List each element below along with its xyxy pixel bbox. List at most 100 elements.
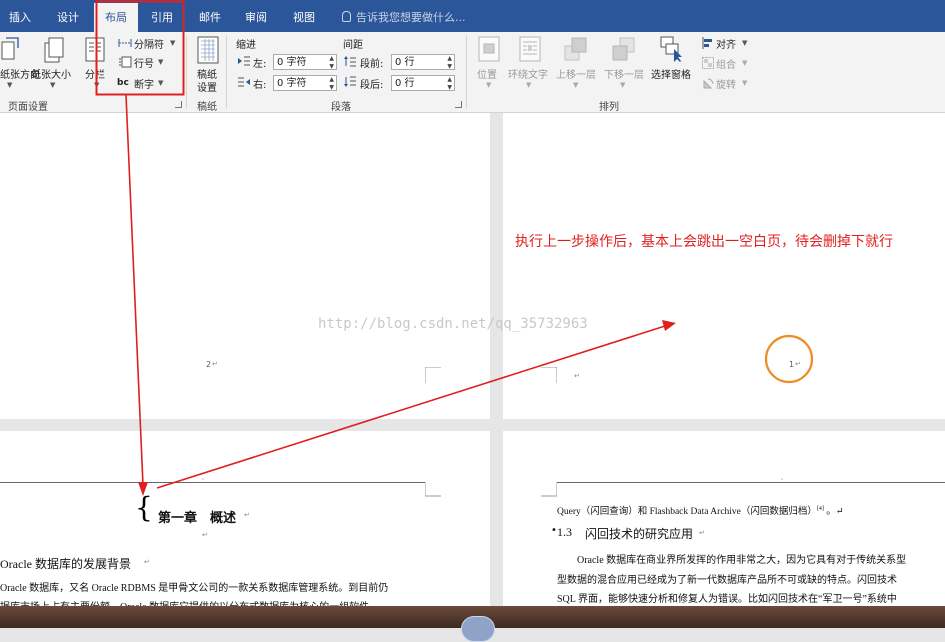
breaks-button[interactable]: 分隔符 bbox=[134, 36, 164, 51]
indent-left-icon bbox=[238, 56, 250, 66]
paper-size-icon bbox=[44, 37, 64, 63]
indent-right-input[interactable]: 0 字符 ▲ ▼ bbox=[273, 75, 337, 91]
bring-forward-button[interactable]: 上移一层 bbox=[556, 66, 596, 81]
breaks-icon bbox=[118, 39, 132, 47]
group-divider bbox=[226, 36, 227, 108]
group-button[interactable]: 组合 bbox=[716, 56, 736, 71]
text-cursor: { bbox=[135, 491, 153, 524]
indent-title: 缩进 bbox=[236, 40, 256, 51]
indent-right-label: 右: bbox=[253, 80, 267, 91]
lightbulb-icon bbox=[342, 11, 351, 22]
taskbar-app-icon[interactable] bbox=[461, 616, 495, 642]
tab-insert[interactable]: 插入 bbox=[9, 9, 31, 25]
paragraph-mark: , bbox=[781, 473, 784, 481]
paragraph-mark: ↵ bbox=[244, 511, 250, 519]
indent-left-label: 左: bbox=[253, 59, 267, 70]
wrap-text-button[interactable]: 环绕文字 bbox=[508, 66, 548, 81]
tab-layout[interactable]: 布局 bbox=[94, 3, 138, 32]
group-icon bbox=[702, 57, 714, 69]
breaks-dropdown-icon: ▼ bbox=[170, 39, 176, 47]
tell-me-text: 告诉我您想要做什么... bbox=[356, 11, 466, 24]
reference-text: Query（闪回查询）和 Flashback Data Archive（闪回数据… bbox=[557, 507, 817, 517]
annotation-text: 执行上一步操作后，基本上会跳出一空白页，待会删掉下就行 bbox=[515, 234, 893, 250]
indent-left-input[interactable]: 0 字符 ▲ ▼ bbox=[273, 54, 337, 70]
tab-design[interactable]: 设计 bbox=[57, 9, 79, 25]
tab-references[interactable]: 引用 bbox=[151, 9, 173, 25]
paragraph-launcher-icon[interactable] bbox=[455, 101, 462, 108]
document-page[interactable]: , { 第一章 概述 ↵ ↵ Oracle 数据库的发展背景 ↵ Oracle … bbox=[0, 431, 490, 613]
body-text-line: Query（闪回查询）和 Flashback Data Archive（闪回数据… bbox=[557, 505, 844, 517]
draft-paper-icon bbox=[197, 36, 219, 64]
document-page[interactable]: , Query（闪回查询）和 Flashback Data Archive（闪回… bbox=[503, 431, 945, 606]
indent-right-icon bbox=[238, 77, 250, 87]
draft-paper-line2[interactable]: 设置 bbox=[197, 79, 217, 94]
taskbar bbox=[0, 606, 945, 642]
tab-mailings[interactable]: 邮件 bbox=[199, 9, 221, 25]
line-numbers-icon bbox=[119, 56, 132, 68]
spin-arrows-icon[interactable]: ▲ ▼ bbox=[329, 76, 334, 92]
header-line bbox=[0, 482, 425, 483]
arrange-group-label: 排列 bbox=[599, 102, 619, 113]
group-divider bbox=[466, 36, 467, 108]
margin-corner-mark bbox=[541, 482, 557, 497]
document-page[interactable]: ↵ 1 ↵ 执行上一步操作后，基本上会跳出一空白页，待会删掉下就行 bbox=[503, 113, 945, 419]
position-icon bbox=[478, 36, 500, 62]
spin-arrows-icon[interactable]: ▲ ▼ bbox=[329, 55, 334, 71]
position-dropdown-icon: ▼ bbox=[486, 81, 492, 89]
watermark-text: http://blog.csdn.net/qq_35732963 bbox=[318, 316, 588, 332]
page-setup-launcher-icon[interactable] bbox=[175, 101, 182, 108]
spacing-after-icon bbox=[344, 76, 356, 87]
indent-right-value: 0 字符 bbox=[277, 78, 307, 89]
send-backward-button[interactable]: 下移一层 bbox=[604, 66, 644, 81]
group-dropdown-icon: ▼ bbox=[742, 59, 748, 67]
tab-review[interactable]: 审阅 bbox=[245, 9, 267, 25]
columns-icon bbox=[85, 37, 105, 62]
columns-button[interactable]: 分栏 bbox=[85, 66, 105, 81]
paragraph-mark: , bbox=[202, 473, 205, 481]
body-text-line: Oracle 数据库在商业界所发挥的作用非常之大，因为它具有对于传统关系型 bbox=[577, 555, 907, 566]
section-heading: 闪回技术的研究应用 bbox=[585, 527, 694, 541]
rotate-button[interactable]: 旋转 bbox=[716, 76, 736, 91]
wrap-text-dropdown-icon: ▼ bbox=[526, 81, 532, 89]
hyphenation-icon: bc bbox=[117, 78, 129, 88]
tell-me-search[interactable]: 告诉我您想要做什么... bbox=[342, 9, 466, 25]
rotate-icon bbox=[703, 78, 714, 89]
page-setup-group-label: 页面设置 bbox=[8, 102, 48, 113]
margin-corner-mark bbox=[425, 367, 441, 383]
bring-forward-dropdown-icon: ▼ bbox=[573, 81, 579, 89]
spacing-title: 间距 bbox=[343, 40, 363, 51]
paper-size-button[interactable]: 纸张大小 bbox=[31, 66, 71, 81]
orientation-icon bbox=[1, 37, 19, 60]
spacing-after-value: 0 行 bbox=[395, 78, 415, 89]
indent-left-value: 0 字符 bbox=[277, 57, 307, 68]
wrap-text-icon bbox=[519, 36, 541, 62]
group-divider bbox=[186, 36, 187, 108]
spacing-after-input[interactable]: 0 行 ▲ ▼ bbox=[391, 75, 455, 91]
line-numbers-button[interactable]: 行号 bbox=[134, 55, 154, 70]
rotate-dropdown-icon: ▼ bbox=[742, 79, 748, 87]
spacing-before-icon bbox=[344, 56, 356, 67]
hyphenation-button[interactable]: 断字 bbox=[134, 76, 154, 91]
align-button[interactable]: 对齐 bbox=[716, 36, 736, 51]
align-dropdown-icon: ▼ bbox=[742, 39, 748, 47]
position-button[interactable]: 位置 bbox=[477, 66, 497, 81]
paragraph-mark: ↵ bbox=[202, 531, 208, 539]
draft-paper-group-label: 稿纸 bbox=[197, 102, 217, 113]
spacing-before-value: 0 行 bbox=[395, 57, 415, 68]
send-backward-icon bbox=[612, 37, 635, 61]
align-icon bbox=[702, 37, 712, 49]
selection-pane-button[interactable]: 选择窗格 bbox=[651, 66, 691, 81]
spin-arrows-icon[interactable]: ▲ ▼ bbox=[447, 76, 452, 92]
header-line bbox=[557, 482, 945, 483]
spin-arrows-icon[interactable]: ▲ ▼ bbox=[447, 55, 452, 71]
document-page[interactable]: 2 ↵ bbox=[0, 113, 490, 419]
paragraph-mark: ↵ bbox=[795, 360, 801, 368]
body-text-line: SQL 界面，能够快速分析和修复人为错误。比如闪回技术在“军卫一号”系统中 bbox=[557, 594, 897, 605]
paper-size-dropdown-icon: ▼ bbox=[50, 81, 56, 89]
ribbon-tab-bar: 插入 设计 布局 引用 邮件 审阅 视图 告诉我您想要做什么... bbox=[0, 0, 945, 32]
spacing-before-input[interactable]: 0 行 ▲ ▼ bbox=[391, 54, 455, 70]
section-heading-number: 1.3 bbox=[557, 525, 572, 539]
paragraph-mark: ↵ bbox=[212, 360, 218, 368]
tab-view[interactable]: 视图 bbox=[293, 9, 315, 25]
bring-forward-icon bbox=[564, 37, 587, 61]
